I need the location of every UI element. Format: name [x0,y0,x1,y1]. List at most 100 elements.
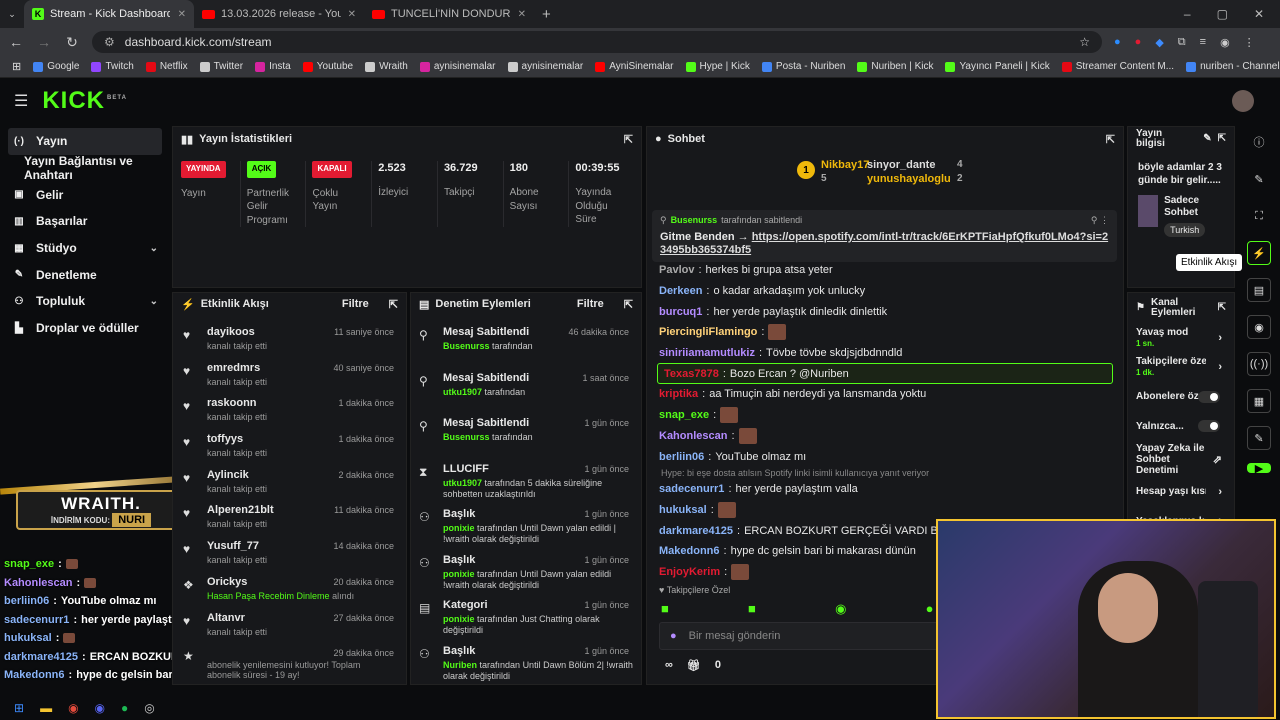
toggle-switch[interactable] [1198,390,1220,403]
chat-username[interactable]: snap_exe [659,408,709,422]
browser-tab[interactable]: K Stream - Kick Dashboard ✕ [24,0,194,28]
chat-username[interactable]: Makedonn6 [659,544,720,558]
kick-logo[interactable]: KICK BETA [42,87,127,115]
expand-icon[interactable]: ⇱ [1106,133,1115,146]
browser-menu-icon[interactable]: ⋮ [1244,36,1255,49]
close-tab-icon[interactable]: ✕ [518,9,526,20]
new-tab-button[interactable]: + [534,6,559,23]
sidebar-item[interactable]: ▙ Droplar ve ödüller [0,315,170,342]
bookmark-item[interactable]: nuriben - Channel S... [1186,61,1280,72]
browser-tab[interactable]: 13.03.2026 release - YouTube ✕ [194,0,364,28]
toggle-switch[interactable] [1198,420,1220,433]
bookmark-item[interactable]: aynisinemalar [507,61,583,72]
emote-icon[interactable]: ■ [661,601,669,617]
bookmark-item[interactable]: Insta [255,61,291,72]
mod-action-user[interactable]: ponixie [443,569,475,579]
bookmark-item[interactable]: Posta - Nuriben [761,61,845,72]
expand-icon[interactable]: ⇱ [624,133,633,146]
layout-icon[interactable]: ▦ [1247,389,1271,413]
info-icon[interactable]: ⓘ [1247,130,1271,154]
sidebar-item[interactable]: ⚇ Topluluk ⌄ [0,288,170,315]
profile-icon[interactable]: ◉ [1220,36,1230,49]
mic-icon[interactable]: ● [670,630,677,642]
mod-action-user[interactable]: Nuriben [443,660,477,670]
bookmark-item[interactable]: Streamer Content M... [1061,61,1174,72]
chat-username[interactable]: hukuksal [659,503,707,517]
chat-username[interactable]: darkmare4125 [659,524,733,538]
spotify-icon[interactable]: ● [121,701,128,715]
explorer-icon[interactable]: ▬ [40,701,52,715]
back-icon[interactable]: ← [8,34,24,50]
bookmark-item[interactable]: Nuriben | Kick [857,61,933,72]
discord-icon[interactable]: ◉ [95,701,105,715]
channel-action-item[interactable]: Yalnızca... [1128,412,1234,442]
site-info-icon[interactable]: ⚙ [104,35,115,49]
leader-name[interactable]: sinyor_dante [867,159,935,171]
close-tab-icon[interactable]: ✕ [178,9,186,20]
bookmark-item[interactable]: Yayıncı Paneli | Kick [945,61,1050,72]
mod-action-user[interactable]: utku1907 [443,387,482,397]
fullscreen-icon[interactable]: ⛶ [1247,204,1271,228]
mod-action-user[interactable]: Busenurss [443,432,490,442]
chat-username[interactable]: Kahonlescan [659,429,727,443]
chat-username[interactable]: EnjoyKerim [659,565,720,579]
extension-icon[interactable]: ● [1135,36,1142,49]
chat-username[interactable]: Texas7878 [664,367,719,381]
chrome-icon[interactable]: ◉ [68,701,78,715]
expand-icon[interactable]: ⇱ [624,298,633,311]
mod-action-user[interactable]: utku1907 [443,478,482,488]
media-icon[interactable]: ≡ [1200,36,1206,49]
bookmark-item[interactable]: Google [33,61,79,72]
tab-menu-icon[interactable]: ⌄ [0,9,24,20]
chat-username[interactable]: sadecenurr1 [659,482,724,496]
bookmark-item[interactable]: Wraith [365,61,408,72]
gift-icon[interactable]: 🎁︎ [687,659,701,672]
mod-action-user[interactable]: Busenurss [443,341,490,351]
leader-name[interactable]: yunushayaloglu [867,173,951,185]
windows-icon[interactable]: ⊞ [14,701,24,715]
browser-tab[interactable]: TUNCELİ'NİN DONDURUCU SO ✕ [364,0,534,28]
emote-icon[interactable]: ● [926,601,934,617]
expand-icon[interactable]: ⇱ [1218,303,1226,313]
broadcast-icon[interactable]: ((·)) [1247,352,1271,376]
bookmark-item[interactable]: Twitter [199,61,243,72]
channel-action-item[interactable]: Takipçilere özel s1 dk. › [1128,353,1234,383]
bookmark-item[interactable]: AyniSinemalar [595,61,674,72]
channel-action-item[interactable]: Yapay Zeka ile Sohbet Denetimi ⇗ [1128,441,1234,477]
leader-name[interactable]: Nikbay17 [821,159,869,171]
pencil-icon[interactable]: ✎ [1247,167,1271,191]
bookmark-item[interactable]: Netflix [145,61,188,72]
lightning-icon[interactable]: ⚡ [1247,241,1271,265]
bookmark-item[interactable]: aynisinemalar [419,61,496,72]
chat-username[interactable]: Pavlov [659,263,694,277]
sidebar-item[interactable]: ▦ Stüdyo ⌄ [0,235,170,262]
mod-filter-button[interactable]: Filtre [577,298,604,310]
expand-icon[interactable]: ⇱ [1218,134,1226,144]
minimize-icon[interactable]: – [1184,7,1191,21]
bookmark-item[interactable]: Hype | Kick [685,61,750,72]
user-avatar[interactable] [1232,90,1254,112]
sidebar-item[interactable]: ▣ Gelir [0,181,170,208]
extension-icon[interactable]: ◆ [1155,36,1163,49]
channel-action-item[interactable]: Hesap yaşı kısıtla › [1128,477,1234,507]
chat-username[interactable]: kriptika [659,387,698,401]
infinity-icon[interactable]: ∞ [665,659,673,672]
list-icon[interactable]: ▤ [1247,278,1271,302]
reload-icon[interactable]: ↻ [64,34,80,51]
obs-icon[interactable]: ◎ [144,701,154,715]
maximize-icon[interactable]: ▢ [1217,7,1228,21]
chat-icon[interactable]: ◉ [1247,315,1271,339]
hamburger-menu-icon[interactable]: ☰ [14,91,28,111]
apps-grid-icon[interactable]: ⊞ [12,60,21,73]
url-field[interactable]: ⚙ dashboard.kick.com/stream ☆ [92,31,1102,53]
sidebar-item[interactable]: ▥ Başarılar [0,208,170,235]
video-icon[interactable]: ▶ [1247,463,1271,475]
sidebar-item[interactable]: (·) Yayın [8,128,162,155]
emote-icon[interactable]: ◉ [835,601,846,617]
chat-username[interactable]: burcuq1 [659,305,702,319]
channel-action-item[interactable]: Yavaş mod 1 sn. › [1128,323,1234,353]
chat-username[interactable]: siniriiamamutlukiz [659,346,755,360]
mod-action-user[interactable]: ponixie [443,614,475,624]
mod-action-user[interactable]: ponixie [443,523,475,533]
forward-icon[interactable]: → [36,34,52,50]
